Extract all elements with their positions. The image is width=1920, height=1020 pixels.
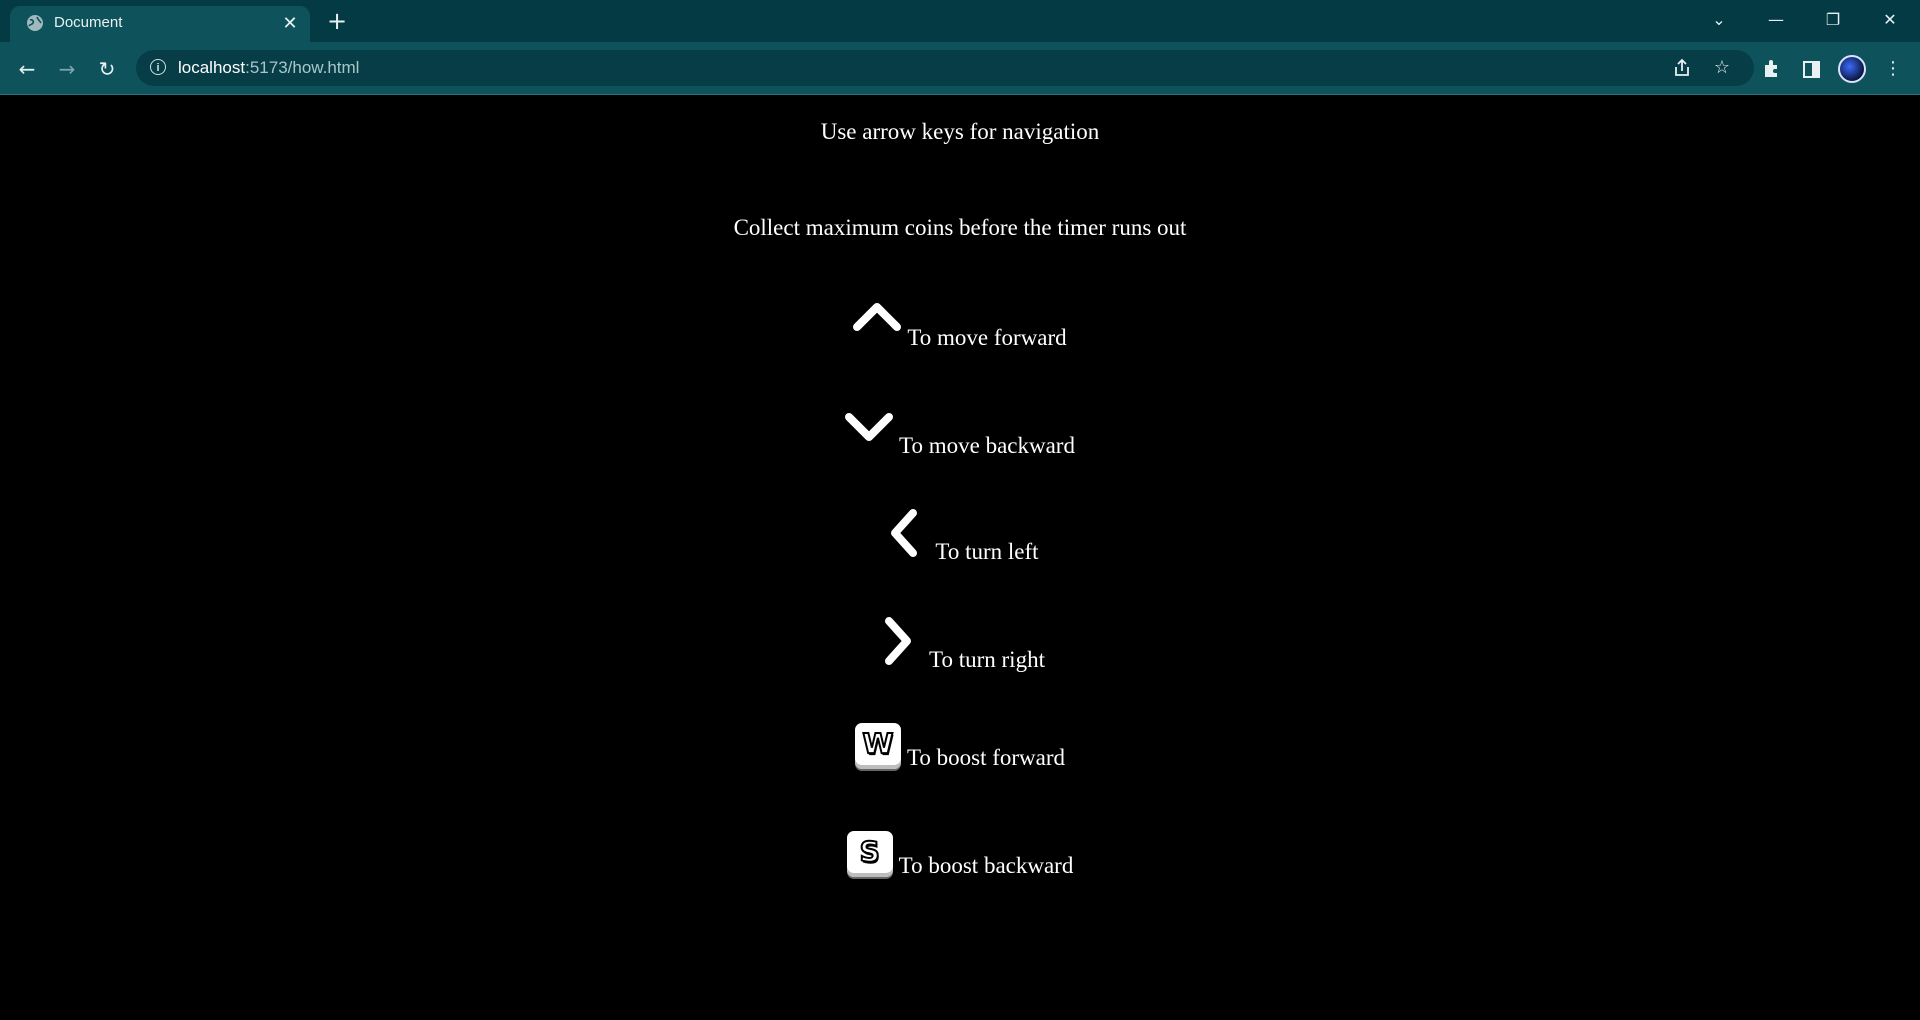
browser-tab[interactable]: Document ✕ bbox=[10, 6, 310, 42]
control-label: To move backward bbox=[899, 433, 1075, 458]
control-label: To boost backward bbox=[898, 853, 1074, 878]
extensions-icon[interactable] bbox=[1756, 54, 1786, 84]
tab-close-icon[interactable]: ✕ bbox=[280, 13, 300, 33]
menu-icon[interactable]: ⋮ bbox=[1878, 54, 1908, 84]
url-path: :5173/how.html bbox=[245, 58, 360, 77]
browser-toolbar: ← → ↻ i localhost:5173/how.html ☆ ⋮ bbox=[0, 42, 1920, 95]
bookmark-star-icon[interactable]: ☆ bbox=[1708, 54, 1736, 82]
control-label: To turn right bbox=[929, 647, 1045, 672]
address-bar[interactable]: i localhost:5173/how.html ☆ bbox=[136, 50, 1754, 86]
close-window-button[interactable]: ✕ bbox=[1870, 6, 1910, 34]
reload-button[interactable]: ↻ bbox=[92, 54, 122, 84]
s-key-icon: S bbox=[846, 831, 893, 877]
control-row-boost-backward: S To boost backward bbox=[0, 831, 1920, 878]
key-letter: W bbox=[862, 726, 895, 761]
back-button[interactable]: ← bbox=[12, 54, 42, 84]
site-info-icon[interactable]: i bbox=[150, 59, 166, 75]
control-row-backward: To move backward bbox=[0, 405, 1920, 458]
tab-search-icon[interactable]: ⌄ bbox=[1699, 6, 1739, 34]
arrow-right-icon bbox=[885, 617, 912, 665]
control-row-forward: To move forward bbox=[0, 297, 1920, 350]
url-text[interactable]: localhost:5173/how.html bbox=[178, 58, 359, 78]
browser-titlebar: Document ✕ + ⌄ — ❐ ✕ bbox=[0, 0, 1920, 42]
arrow-down-icon bbox=[845, 413, 894, 441]
minimize-button[interactable]: — bbox=[1756, 6, 1796, 34]
key-letter: S bbox=[859, 834, 881, 869]
w-key-icon: W bbox=[854, 723, 901, 769]
goal-text: Collect maximum coins before the timer r… bbox=[733, 215, 1187, 240]
profile-avatar[interactable] bbox=[1838, 55, 1866, 83]
control-label: To boost forward bbox=[906, 745, 1066, 770]
page-content: Use arrow keys for navigation Collect ma… bbox=[0, 95, 1920, 1020]
new-tab-button[interactable]: + bbox=[324, 8, 350, 34]
control-row-boost-forward: W To boost forward bbox=[0, 723, 1920, 770]
side-panel-icon[interactable] bbox=[1796, 54, 1826, 84]
forward-button[interactable]: → bbox=[52, 54, 82, 84]
arrow-up-icon bbox=[853, 303, 902, 331]
arrow-left-icon bbox=[891, 509, 918, 557]
control-label: To turn left bbox=[935, 539, 1039, 564]
tab-title: Document bbox=[54, 14, 123, 31]
restore-button[interactable]: ❐ bbox=[1813, 6, 1853, 34]
intro-text: Use arrow keys for navigation bbox=[820, 119, 1100, 144]
share-icon[interactable] bbox=[1668, 54, 1696, 82]
control-label: To move forward bbox=[907, 325, 1067, 350]
control-row-right: To turn right bbox=[0, 617, 1920, 672]
globe-icon bbox=[27, 15, 43, 31]
control-row-left: To turn left bbox=[0, 509, 1920, 564]
url-host: localhost bbox=[178, 58, 246, 77]
